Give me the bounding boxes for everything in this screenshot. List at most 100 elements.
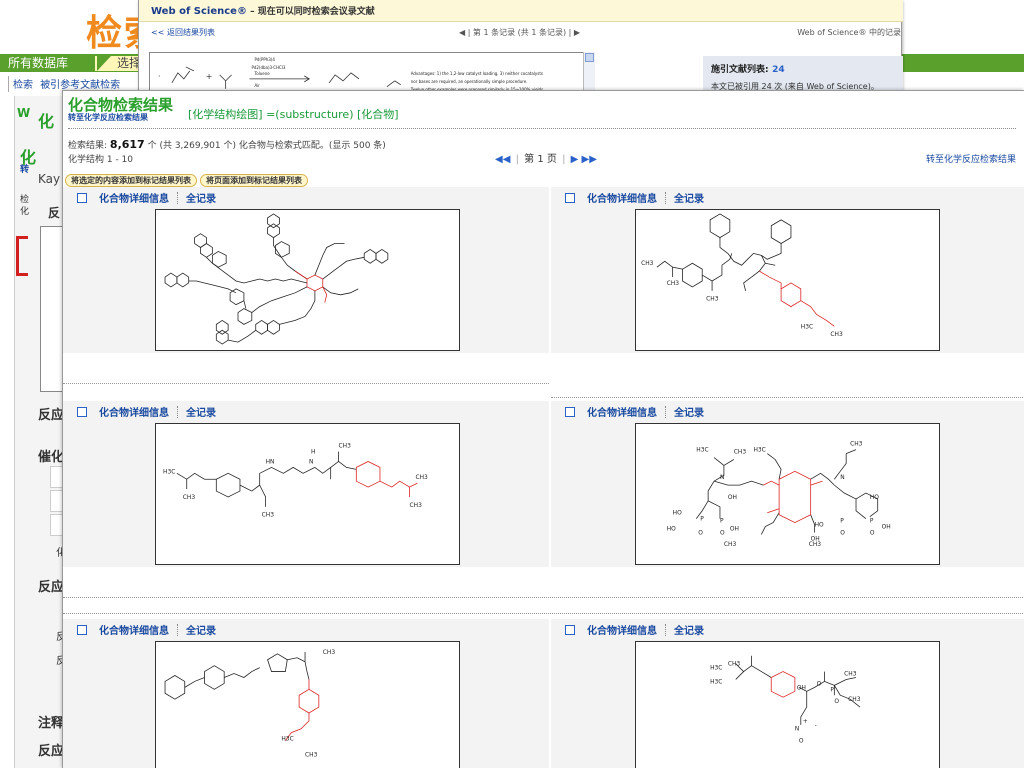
compound-checkbox[interactable] — [77, 624, 87, 635]
full-record-link[interactable]: 全记录 — [186, 194, 216, 205]
atom-label: HO — [815, 523, 824, 529]
compound-card-header: 化合物详细信息 全记录 — [565, 190, 704, 205]
wos-records-link[interactable]: Web of Science® 中的记录 — [797, 27, 901, 38]
bg-fragment: 反应 — [38, 408, 65, 423]
row-divider — [551, 397, 1024, 398]
next-page-button[interactable]: ▶ — [571, 154, 579, 165]
link-separator — [665, 623, 666, 636]
atom-label: N — [309, 459, 313, 465]
wos-back-to-results-link[interactable]: << 返回结果列表 — [151, 27, 215, 38]
atom-label: O — [840, 530, 845, 536]
link-separator — [177, 405, 178, 418]
full-record-link[interactable]: 全记录 — [674, 408, 704, 419]
last-page-button[interactable]: ▶▶ — [582, 154, 597, 165]
compound-card: 化合物详细信息 全记录 — [551, 401, 1024, 567]
compound-checkbox[interactable] — [77, 406, 87, 417]
atom-label: OH — [797, 685, 806, 691]
reagent-label: Pd2(dba)3·CHCl3 — [252, 65, 286, 70]
atom-label: O — [698, 530, 703, 536]
structure-diagram-2: CH3 CH3 CH3 H3C CH3 — [641, 213, 843, 338]
full-record-link[interactable]: 全记录 — [674, 194, 704, 205]
atom-label: CH3 — [706, 297, 719, 303]
cited-label: 施引文献列表: — [711, 65, 769, 75]
atom-label: O — [817, 681, 822, 687]
atom-label: CH3 — [848, 697, 861, 703]
compound-checkbox[interactable] — [77, 192, 87, 203]
compound-checkbox[interactable] — [565, 406, 575, 417]
compound-card-header: 化合物详细信息 全记录 — [77, 404, 216, 419]
compound-detail-link[interactable]: 化合物详细信息 — [587, 408, 657, 419]
row-divider — [63, 613, 1024, 614]
compound-card-header: 化合物详细信息 全记录 — [77, 622, 216, 637]
compound-structure[interactable]: CH3 CH3 CH3 H3C CH3 — [635, 209, 940, 351]
atom-label: CH3 — [667, 281, 680, 287]
svg-text:·: · — [158, 72, 161, 81]
bg-fragment: 反应 — [38, 744, 65, 759]
atom-label: CH3 — [724, 542, 737, 548]
full-record-link[interactable]: 全记录 — [186, 408, 216, 419]
scroll-up-button[interactable] — [585, 53, 594, 62]
row-divider — [63, 383, 549, 384]
full-record-link[interactable]: 全记录 — [186, 626, 216, 637]
compound-card: 化合物详细信息 全记录 — [63, 401, 549, 567]
compound-checkbox[interactable] — [565, 624, 575, 635]
bg-subnav-search[interactable]: 检索 — [13, 80, 33, 91]
compound-results-window: 化合物检索结果 转至化学反应检索结果 [化学结构绘图] =(substructu… — [62, 90, 1024, 768]
cited-count-link[interactable]: 24 — [772, 65, 785, 75]
atom-label: HO — [673, 511, 682, 517]
atom-label: CH3 — [844, 672, 857, 678]
wos-article-window: Web of Science® – 现在可以同时检索会议录文献 << 返回结果列… — [138, 0, 903, 98]
result-range: 化学结构 1 - 10 — [68, 155, 134, 165]
compound-checkbox[interactable] — [565, 192, 575, 203]
condition-label: Air — [254, 83, 260, 88]
solvent-label: Toluene — [253, 71, 270, 76]
link-separator — [177, 191, 178, 204]
atom-label: O — [834, 699, 839, 705]
full-record-link[interactable]: 全记录 — [674, 626, 704, 637]
compound-card: 化合物详细信息 全记录 — [63, 187, 549, 353]
atom-label: H3C — [696, 448, 708, 454]
first-page-button[interactable]: ◀◀ — [495, 154, 510, 165]
wos-record-pager[interactable]: ◀ | 第 1 条记录 (共 1 条记录) | ▶ — [459, 27, 580, 38]
atom-label: O — [720, 530, 725, 536]
bg-fragment: 反 — [48, 206, 61, 220]
compound-structure[interactable]: CH3 H3C H3C OH O CH3 P O CH3 N O + - — [635, 641, 940, 768]
pager-separator: | — [515, 154, 519, 165]
atom-label: CH3 — [323, 650, 336, 656]
atom-label: OH — [730, 526, 739, 532]
atom-label: CH3 — [415, 475, 428, 481]
atom-label: CH3 — [830, 332, 843, 338]
compound-detail-link[interactable]: 化合物详细信息 — [587, 626, 657, 637]
compound-detail-link[interactable]: 化合物详细信息 — [99, 194, 169, 205]
atom-label: HO — [667, 526, 676, 532]
result-summary: 检索结果: 8,617 个 (共 3,269,901 个) 化合物与检索式匹配。… — [68, 138, 386, 151]
bg-fragment: 化 — [38, 112, 55, 131]
compound-structure[interactable]: CH3 H3C CH3 — [155, 641, 460, 768]
bg-blank-panel — [40, 226, 64, 392]
switch-to-reaction-results-link[interactable]: 转至化学反应检索结果 — [926, 152, 1016, 165]
goto-reaction-results-link[interactable]: 转至化学反应检索结果 — [68, 112, 148, 123]
atom-label: CH3 — [410, 503, 423, 509]
bg-tab-all-databases[interactable]: 所有数据库 — [2, 56, 74, 71]
add-page-to-marked-list-button[interactable]: 将页面添加到标记结果列表 — [200, 174, 308, 187]
compound-structure[interactable] — [155, 209, 460, 351]
compound-card-header: 化合物详细信息 全记录 — [565, 404, 704, 419]
structure-diagram-1 — [164, 213, 389, 345]
pager-separator: | — [562, 154, 566, 165]
result-prefix: 检索结果: — [68, 141, 108, 151]
current-page: 第 1 页 — [524, 154, 557, 165]
compound-detail-link[interactable]: 化合物详细信息 — [99, 408, 169, 419]
compound-detail-link[interactable]: 化合物详细信息 — [587, 194, 657, 205]
atom-label: H3C — [801, 324, 813, 330]
bg-fragment: 催化 — [38, 450, 65, 465]
compound-detail-link[interactable]: 化合物详细信息 — [99, 626, 169, 637]
atom-label: CH3 — [809, 542, 822, 548]
compound-structure[interactable]: H3C CH3 H3C CH3 HO HO OH OH HO OH HO OH … — [635, 423, 940, 565]
atom-label: N — [795, 727, 799, 733]
add-selected-to-marked-list-button[interactable]: 将选定的内容添加到标记结果列表 — [65, 174, 197, 187]
atom-label: HO — [870, 495, 879, 501]
wos-brand-name: Web of Science® — [151, 6, 247, 17]
atom-label: P — [830, 687, 834, 693]
compound-structure[interactable]: H3C CH3 HN N H CH3 CH3 CH3 CH3 — [155, 423, 460, 565]
abstract-text: Advantages: 1) the 1,2-low catalyst load… — [411, 71, 543, 76]
